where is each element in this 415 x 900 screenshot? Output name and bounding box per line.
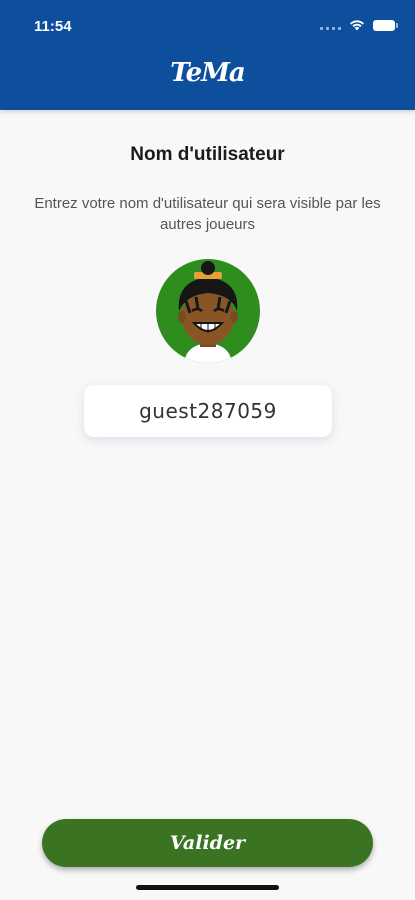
status-time: 11:54: [34, 18, 72, 35]
username-field-container: [84, 385, 332, 437]
status-icons: [320, 19, 398, 31]
home-indicator: [136, 885, 279, 890]
username-input[interactable]: [84, 398, 332, 424]
wifi-icon: [350, 20, 364, 31]
page-subtitle: Entrez votre nom d'utilisateur qui sera …: [34, 195, 381, 233]
status-bar: 11:54: [0, 0, 415, 54]
app-logo: TeMa: [170, 58, 246, 88]
app-header: 11:54 TeMa: [0, 0, 415, 110]
validate-button[interactable]: Valider: [42, 819, 373, 867]
cellular-signal-icon: [320, 20, 341, 30]
validate-button-label: Valider: [169, 832, 246, 854]
battery-icon: [373, 19, 398, 31]
page-title: Nom d'utilisateur: [130, 144, 285, 165]
avatar[interactable]: [156, 259, 260, 363]
